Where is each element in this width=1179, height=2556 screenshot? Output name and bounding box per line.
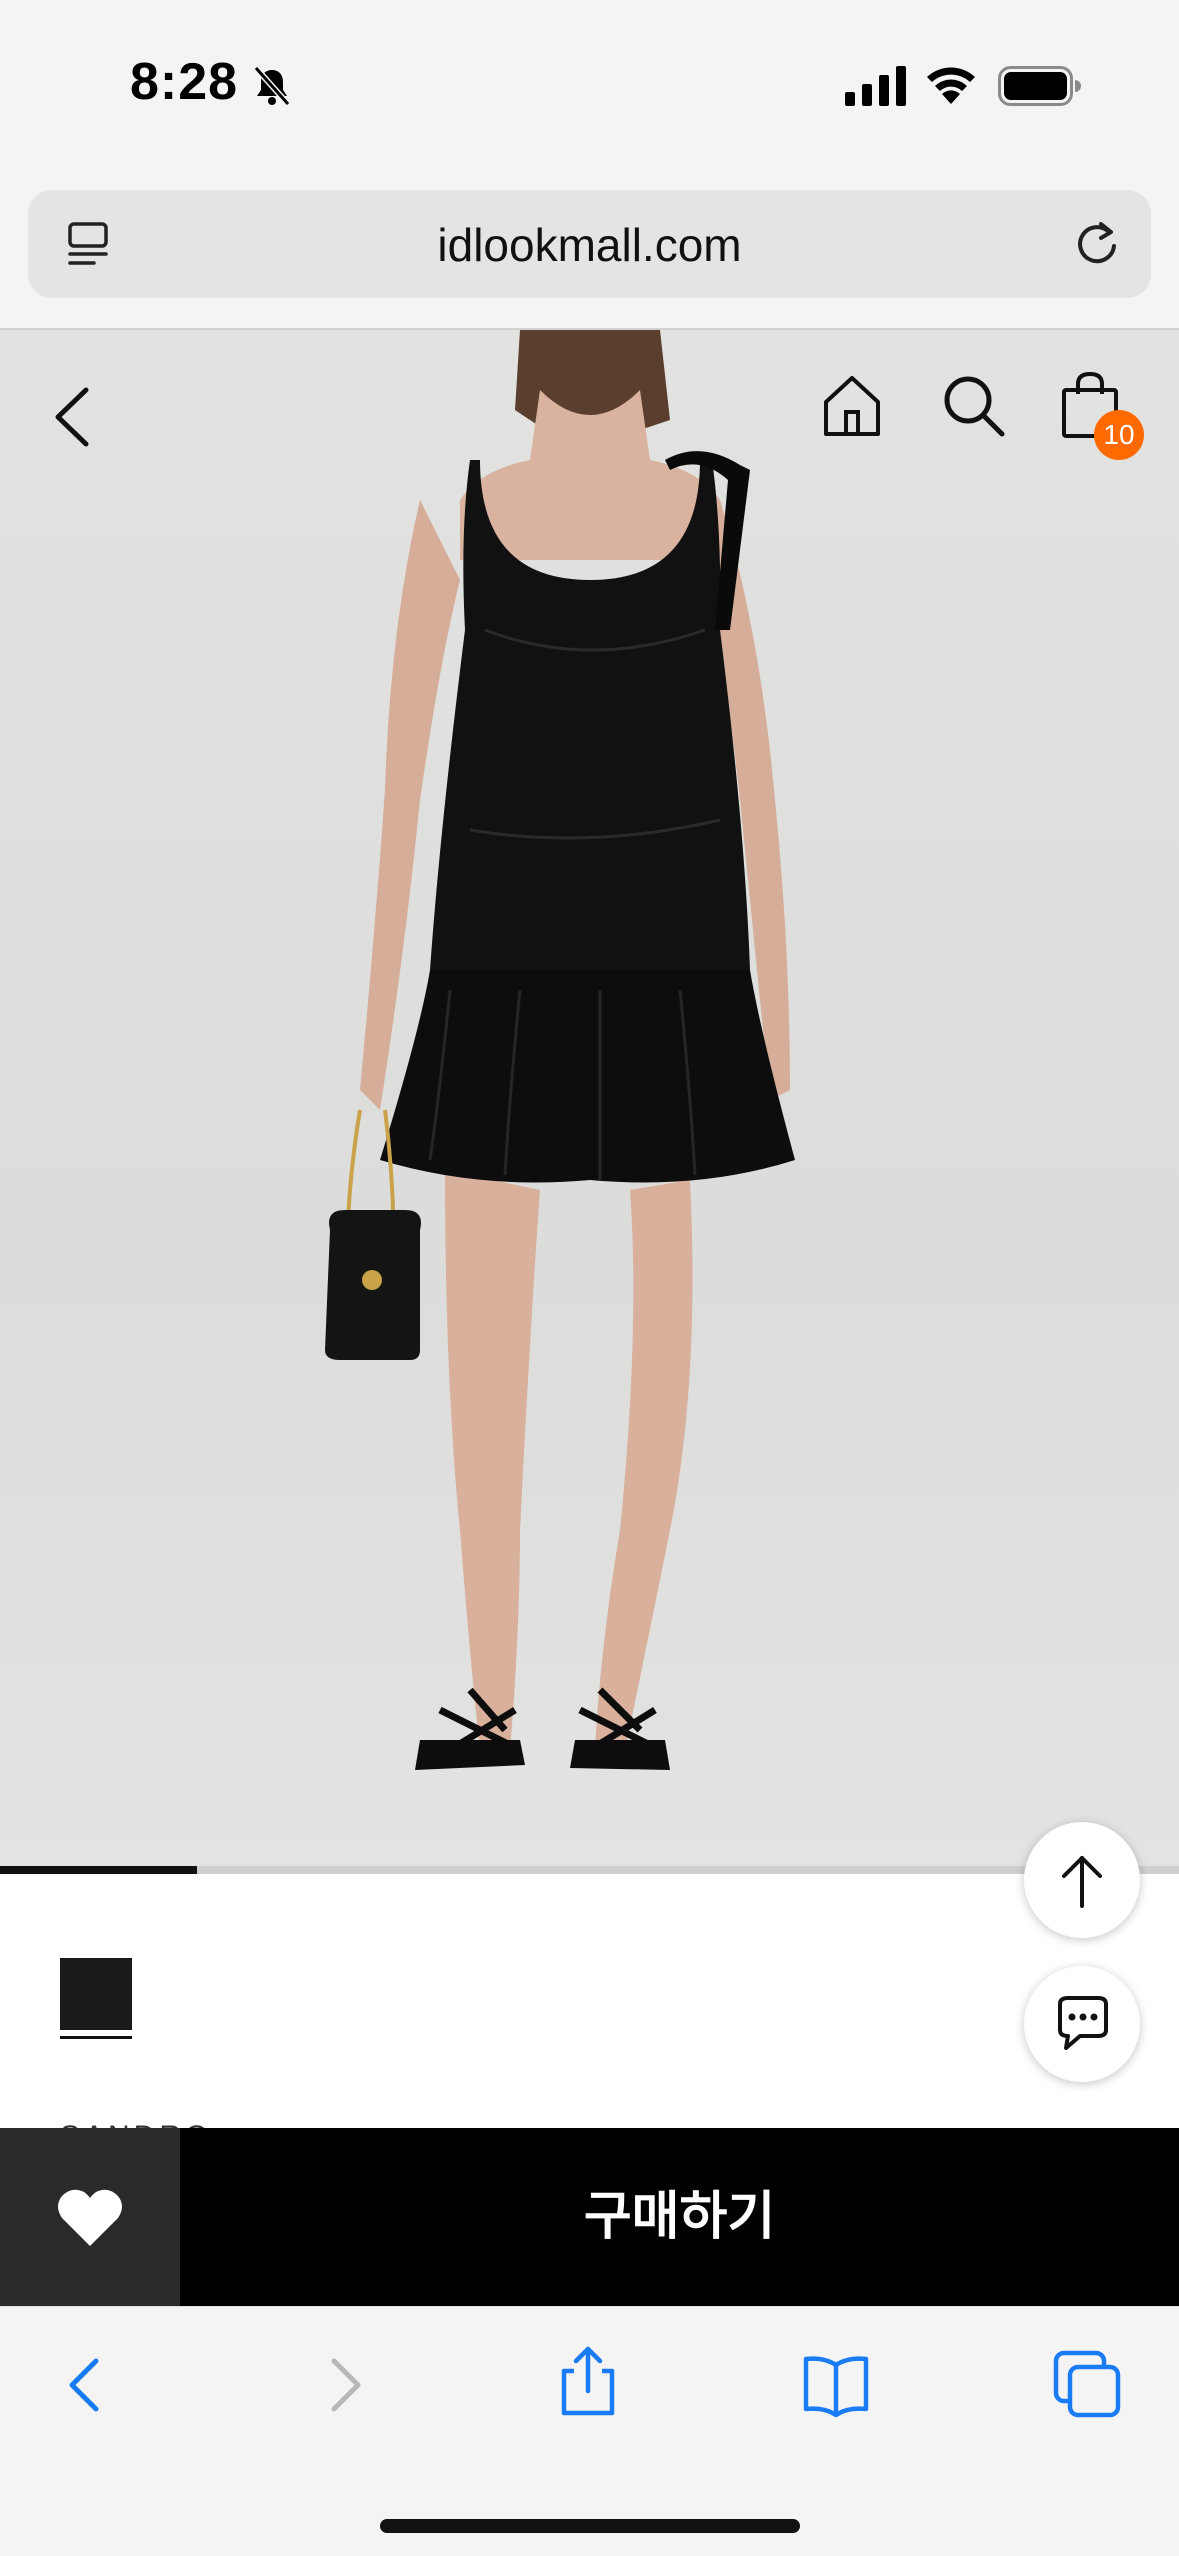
search-icon[interactable] <box>940 372 1006 438</box>
status-bar: 8:28 <box>0 0 1179 170</box>
home-indicator <box>380 2519 800 2533</box>
share-icon[interactable] <box>552 2345 624 2417</box>
bookmarks-icon[interactable] <box>800 2349 872 2421</box>
wishlist-button[interactable] <box>0 2128 180 2306</box>
chat-button[interactable] <box>1024 1966 1140 2082</box>
product-brand-partial: SANDRO <box>60 2120 212 2128</box>
swatch-selected-indicator <box>60 2036 132 2039</box>
product-photo <box>325 330 795 1770</box>
arrow-up-icon <box>1062 1856 1102 1908</box>
heart-icon <box>58 2189 122 2246</box>
bell-slash-icon <box>253 66 291 106</box>
product-image-gallery[interactable]: 10 <box>0 328 1179 1874</box>
wifi-icon <box>927 67 975 104</box>
tabs-icon[interactable] <box>1052 2349 1124 2421</box>
cart-count-badge: 10 <box>1094 410 1144 460</box>
url-text[interactable]: idlookmall.com <box>28 218 1151 272</box>
buy-button[interactable]: 구매하기 <box>180 2128 1179 2306</box>
cellular-signal-icon <box>845 66 906 106</box>
back-icon[interactable] <box>46 382 98 452</box>
browser-toolbar <box>0 2306 1179 2556</box>
scroll-to-top-button[interactable] <box>1024 1822 1140 1938</box>
forward-icon[interactable] <box>306 2349 378 2421</box>
gallery-progress-track <box>0 1866 1179 1874</box>
back-icon[interactable] <box>52 2349 124 2421</box>
color-swatch-black[interactable] <box>60 1958 132 2030</box>
gallery-progress-fill <box>0 1866 197 1874</box>
product-info: 블랙 SANDRO <box>0 1874 1179 2128</box>
reload-icon[interactable] <box>1069 216 1125 272</box>
status-time: 8:28 <box>130 53 239 111</box>
purchase-bar: 구매하기 <box>0 2128 1179 2306</box>
home-icon[interactable] <box>820 372 884 438</box>
chat-bubble-icon <box>1058 1996 1108 2050</box>
battery-icon <box>998 66 1081 106</box>
address-bar[interactable]: idlookmall.com <box>28 190 1151 298</box>
